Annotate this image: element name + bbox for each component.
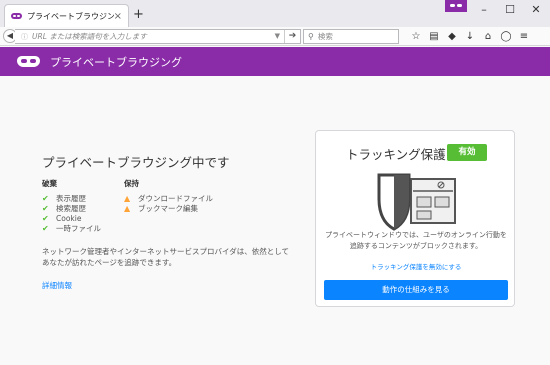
- tab-close-icon[interactable]: ×: [114, 11, 122, 22]
- check-icon: ✔: [42, 203, 49, 213]
- warning-icon: ▲: [124, 203, 131, 213]
- bookmark-star-icon[interactable]: ☆: [410, 30, 422, 43]
- list-item-label: 一時ファイル: [56, 223, 101, 233]
- minimize-button[interactable]: –: [474, 3, 494, 16]
- tracking-title: トラッキング保護: [346, 147, 446, 162]
- list-item-label: Cookie: [56, 213, 82, 223]
- downloads-icon[interactable]: ↓: [464, 30, 476, 43]
- learn-more-link[interactable]: 詳細情報: [42, 280, 72, 291]
- home-icon[interactable]: ⌂: [482, 30, 494, 43]
- warning-icon: ▲: [124, 193, 131, 203]
- tab-private-browsing[interactable]: プライベートブラウジング中です ×: [4, 4, 129, 27]
- private-browsing-header: プライベートブラウジング: [0, 47, 550, 76]
- url-placeholder: URL または検索語句を入力します: [32, 32, 147, 41]
- private-browsing-indicator-icon: [445, 0, 467, 12]
- tab-strip: プライベートブラウジング中です × + – ☐ ✕: [0, 0, 550, 27]
- close-window-button[interactable]: ✕: [526, 3, 546, 16]
- list-item: ✔ 表示履歴: [42, 193, 101, 203]
- list-item: ✔ Cookie: [42, 213, 101, 223]
- sync-icon[interactable]: ◯: [500, 30, 512, 43]
- tracking-protection-card: トラッキング保護 有効 プライベートウィンドウでは、ユーザのオンライン行動を追跡…: [315, 130, 515, 307]
- check-icon: ✔: [42, 193, 49, 203]
- discard-heading: 破棄: [42, 179, 57, 188]
- discard-list: 破棄 ✔ 表示履歴 ✔ 検索履歴 ✔ Cookie ✔ 一時ファイル: [42, 178, 101, 233]
- maximize-button[interactable]: ☐: [500, 3, 520, 16]
- tab-title: プライベートブラウジング中です: [27, 11, 114, 21]
- list-item: ✔ 検索履歴: [42, 203, 101, 213]
- status-badge: 有効: [447, 144, 487, 161]
- search-input[interactable]: ⚲ 検索: [303, 29, 399, 44]
- see-how-it-works-button[interactable]: 動作の仕組みを見る: [324, 280, 508, 300]
- keep-heading: 保持: [124, 179, 139, 188]
- url-dropdown-icon[interactable]: ▼: [275, 32, 280, 40]
- pocket-icon[interactable]: ◆: [446, 30, 458, 43]
- list-item: ✔ 一時ファイル: [42, 223, 101, 233]
- keep-list: 保持 ▲ ダウンロードファイル ▲ ブックマーク編集: [124, 178, 213, 213]
- list-item: ▲ ダウンロードファイル: [124, 193, 213, 203]
- url-bar[interactable]: ⓘ URL または検索語句を入力します ▼ ➔: [15, 29, 301, 44]
- list-item-label: 検索履歴: [56, 203, 86, 213]
- tracking-description: プライベートウィンドウでは、ユーザのオンライン行動を追跡するコンテンツがブロック…: [325, 231, 507, 250]
- site-info-icon[interactable]: ⓘ: [21, 32, 28, 42]
- navigation-toolbar: ◀ ⓘ URL または検索語句を入力します ▼ ➔ ⚲ 検索 ☆ ▤ ◆ ↓ ⌂…: [0, 27, 550, 46]
- private-mask-icon: [11, 13, 22, 19]
- go-button[interactable]: ➔: [284, 30, 300, 43]
- check-icon: ✔: [42, 223, 49, 233]
- new-tab-button[interactable]: +: [133, 8, 144, 22]
- list-item-label: ブックマーク編集: [138, 203, 198, 213]
- search-placeholder: 検索: [317, 32, 333, 41]
- reading-list-icon[interactable]: ▤: [428, 30, 440, 43]
- page-title: プライベートブラウジング中です: [42, 155, 230, 170]
- private-mask-icon: [17, 56, 40, 67]
- menu-icon[interactable]: ≡: [518, 30, 530, 43]
- tracking-notice: ネットワーク管理者やインターネットサービスプロバイダは、依然としてあなたが訪れた…: [42, 247, 289, 267]
- header-title: プライベートブラウジング: [50, 55, 182, 69]
- list-item: ▲ ブックマーク編集: [124, 203, 213, 213]
- tracking-shield-illustration: [377, 173, 456, 231]
- check-icon: ✔: [42, 213, 49, 223]
- disable-tracking-link[interactable]: トラッキング保護を無効にする: [316, 261, 516, 271]
- search-icon: ⚲: [308, 32, 314, 41]
